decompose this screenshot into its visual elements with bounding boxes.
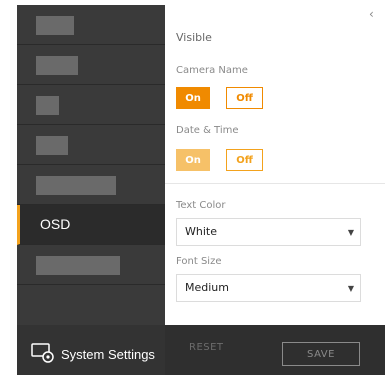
sidebar-item-label: OSD [40,216,71,232]
date-time-off-button[interactable]: Off [226,149,263,171]
sidebar-item-3[interactable] [17,85,165,125]
font-size-value: Medium [185,281,229,294]
reset-button[interactable]: RESET [189,342,224,353]
sidebar-item-placeholder [36,56,78,75]
sidebar-item-4[interactable] [17,125,165,165]
sidebar-item-placeholder [36,256,120,275]
settings-window: OSD System Settings ‹ Visible Camera Nam… [17,5,385,375]
sidebar-item-osd[interactable]: OSD [17,205,165,245]
dropdown-arrow-icon: ▼ [347,284,354,293]
sidebar-item-1[interactable] [17,5,165,45]
action-bar: RESET SAVE [165,325,385,375]
text-color-select[interactable]: White ▼ [176,218,361,246]
section-title: Visible [176,31,212,44]
text-color-value: White [185,225,217,238]
date-time-label: Date & Time [176,125,239,136]
font-size-label: Font Size [176,256,222,267]
camera-name-label: Camera Name [176,65,248,76]
divider [165,183,385,184]
sidebar-item-placeholder [36,96,59,115]
font-size-select[interactable]: Medium ▼ [176,274,361,302]
text-color-label: Text Color [176,200,226,211]
system-settings-button[interactable]: System Settings [31,343,155,366]
sidebar-item-placeholder [36,136,68,155]
system-settings-label: System Settings [61,347,155,362]
dropdown-arrow-icon: ▼ [347,228,354,237]
sidebar-footer: System Settings [17,325,165,375]
camera-name-off-button[interactable]: Off [226,87,263,109]
date-time-on-button[interactable]: On [176,149,210,171]
sidebar-item-5[interactable] [17,165,165,205]
save-button[interactable]: SAVE [282,342,360,366]
sidebar-item-2[interactable] [17,45,165,85]
osd-settings-panel: ‹ Visible Camera Name On Off Date & Time… [165,5,385,325]
collapse-chevron-icon[interactable]: ‹ [369,7,379,21]
sidebar: OSD [17,5,165,325]
sidebar-item-7[interactable] [17,245,165,285]
camera-name-on-button[interactable]: On [176,87,210,109]
sidebar-item-placeholder [36,176,116,195]
sidebar-item-placeholder [36,16,74,35]
settings-gear-icon [31,343,55,366]
